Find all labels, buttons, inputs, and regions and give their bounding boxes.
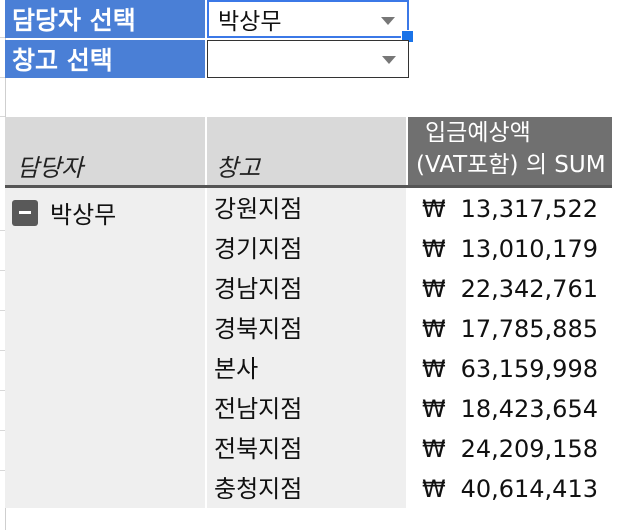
currency-symbol: ₩ <box>422 315 446 343</box>
currency-symbol: ₩ <box>422 275 446 303</box>
pivot-header-value-line1: 입금예상액 <box>425 120 531 146</box>
pivot-header-manager: 담당자 <box>17 154 84 182</box>
pivot-header-warehouse: 창고 <box>216 154 261 182</box>
pivot-manager-column <box>5 188 205 508</box>
pivot-row-group: 박상무 <box>12 195 116 230</box>
pivot-warehouse-cell: 본사 <box>214 355 259 383</box>
warehouse-filter-label: 창고 선택 <box>5 40 205 78</box>
pivot-header-value: 입금예상액 (VAT포함) 의 SUM <box>413 117 612 187</box>
currency-symbol: ₩ <box>422 475 446 503</box>
pivot-amount-cell: ₩40,614,413 <box>422 469 598 509</box>
currency-symbol: ₩ <box>422 235 446 263</box>
pivot-amount-value: 17,785,885 <box>460 315 598 343</box>
pivot-amount-value: 13,010,179 <box>460 235 598 263</box>
dropdown-arrow-icon[interactable] <box>382 56 396 64</box>
pivot-amount-value: 24,209,158 <box>460 435 598 463</box>
pivot-amount-value: 40,614,413 <box>460 475 598 503</box>
warehouse-filter-dropdown[interactable] <box>207 40 409 78</box>
collapse-minus-icon[interactable] <box>12 199 38 226</box>
currency-symbol: ₩ <box>422 395 446 423</box>
pivot-warehouse-cell: 충청지점 <box>214 475 303 503</box>
pivot-header-value-line2: (VAT포함) 의 SUM <box>416 152 606 178</box>
pivot-warehouse-cell: 전남지점 <box>214 395 303 423</box>
pivot-amount-cell: ₩13,010,179 <box>422 229 598 269</box>
manager-filter-dropdown[interactable]: 박상무 <box>207 0 409 38</box>
currency-symbol: ₩ <box>422 435 446 463</box>
pivot-amount-cell: ₩24,209,158 <box>422 429 598 469</box>
pivot-group-manager: 박상무 <box>50 201 117 229</box>
pivot-amount-value: 18,423,654 <box>460 395 598 423</box>
pivot-amount-value: 13,317,522 <box>460 195 598 223</box>
pivot-amount-value: 22,342,761 <box>460 275 598 303</box>
pivot-amount-value: 63,159,998 <box>460 355 598 383</box>
manager-filter-label: 담당자 선택 <box>5 0 205 38</box>
pivot-amount-cell: ₩22,342,761 <box>422 269 598 309</box>
pivot-warehouse-cell: 경남지점 <box>214 275 303 303</box>
pivot-warehouse-cell: 전북지점 <box>214 435 303 463</box>
pivot-amount-cell: ₩18,423,654 <box>422 389 598 429</box>
pivot-amount-cell: ₩63,159,998 <box>422 349 598 389</box>
currency-symbol: ₩ <box>422 195 446 223</box>
pivot-warehouse-cell: 강원지점 <box>214 195 303 223</box>
pivot-warehouse-cell: 경북지점 <box>214 315 303 343</box>
manager-filter-value: 박상무 <box>218 9 282 35</box>
dropdown-arrow-icon[interactable] <box>381 17 395 25</box>
pivot-amount-cell: ₩13,317,522 <box>422 189 598 229</box>
pivot-amount-cell: ₩17,785,885 <box>422 309 598 349</box>
currency-symbol: ₩ <box>422 355 446 383</box>
pivot-warehouse-cell: 경기지점 <box>214 235 303 263</box>
